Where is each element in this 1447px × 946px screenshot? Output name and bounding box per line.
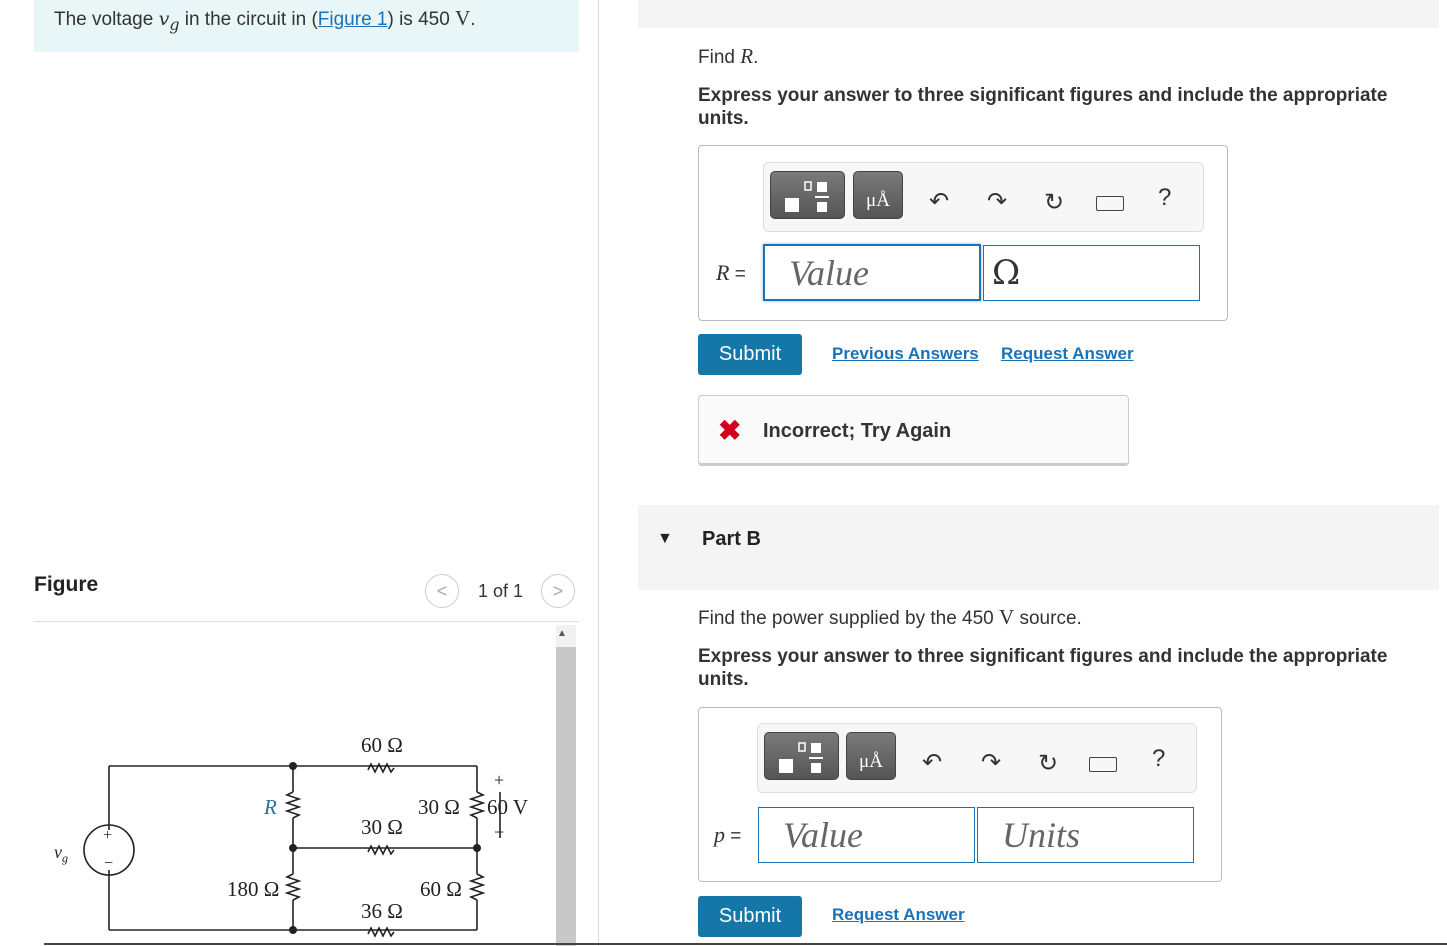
redo-icon[interactable]: ↷ <box>979 183 1015 219</box>
chevron-left-icon: < <box>436 580 448 601</box>
part-a-request-answer-link[interactable]: Request Answer <box>1001 344 1134 364</box>
part-a-value-input[interactable]: Value <box>763 244 981 301</box>
part-b-title: Part B <box>702 528 761 550</box>
resistor-60-bottom-label: 60 Ω <box>420 877 462 901</box>
part-a-field-label: R = <box>716 260 746 285</box>
part-b-instruction: Express your answer to three significant… <box>698 646 1388 690</box>
keyboard-icon[interactable] <box>1089 757 1117 772</box>
redo-icon[interactable]: ↷ <box>973 744 1009 780</box>
figure-prev-button[interactable]: < <box>425 574 459 608</box>
part-a-header <box>638 0 1439 28</box>
part-a-unit-input[interactable]: Ω <box>983 245 1200 301</box>
undo-icon[interactable]: ↶ <box>914 744 950 780</box>
part-b-request-answer-link[interactable]: Request Answer <box>832 905 965 925</box>
resistor-r-label: R <box>263 795 277 819</box>
figure-next-button[interactable]: > <box>541 574 575 608</box>
previous-answers-link[interactable]: Previous Answers <box>832 344 979 364</box>
source-minus-sign: − <box>104 855 113 872</box>
error-x-icon: ✖ <box>718 415 742 446</box>
reset-icon[interactable]: ↻ <box>1030 745 1066 781</box>
undo-icon[interactable]: ↶ <box>921 183 957 219</box>
part-a-submit-button[interactable]: Submit <box>698 334 802 375</box>
part-a-question: Find R. <box>698 44 759 68</box>
part-b-units-button[interactable]: μÅ <box>846 732 896 780</box>
part-b-units-input[interactable]: Units <box>977 807 1194 863</box>
scroll-up-arrow-icon[interactable]: ▲ <box>557 628 567 639</box>
keyboard-icon[interactable] <box>1096 196 1124 211</box>
resistor-60-top-label: 60 Ω <box>361 733 403 757</box>
help-icon[interactable]: ? <box>1158 184 1171 212</box>
part-b-field-label: p = <box>714 822 742 847</box>
figure-heading: Figure <box>34 573 99 596</box>
figure-divider <box>34 621 579 622</box>
part-b-collapse-icon[interactable]: ▼ <box>657 530 673 548</box>
resistor-36-label: 36 Ω <box>361 899 403 923</box>
feedback-message: Incorrect; Try Again <box>763 420 952 442</box>
column-divider <box>598 0 599 946</box>
bottom-border <box>44 943 1447 945</box>
resistor-30-right-label: 30 Ω <box>418 795 460 819</box>
reset-icon[interactable]: ↻ <box>1036 184 1072 220</box>
part-a-templates-button[interactable] <box>770 171 845 219</box>
part-b-value-input[interactable]: Value <box>758 807 975 863</box>
problem-statement: The voltage vg in the circuit in (Figure… <box>54 6 476 34</box>
units-icon: μÅ <box>859 751 883 772</box>
battery-plus-sign: + <box>494 770 504 790</box>
figure-link[interactable]: Figure 1 <box>318 9 388 30</box>
source-vg-label: vg <box>54 842 68 865</box>
part-a-instruction: Express your answer to three significant… <box>698 85 1388 129</box>
voltage-source-60v-label: 60 V <box>487 795 528 819</box>
resistor-30-mid-label: 30 Ω <box>361 815 403 839</box>
templates-icon <box>779 742 823 773</box>
figure-scroll-thumb[interactable] <box>556 647 576 946</box>
source-plus-sign: + <box>103 827 112 844</box>
help-icon[interactable]: ? <box>1152 745 1165 773</box>
resistor-180-label: 180 Ω <box>227 877 279 901</box>
units-icon: μÅ <box>866 190 890 211</box>
circuit-diagram: 60 Ω R 30 Ω 30 Ω 60 V + − vg 180 Ω 36 Ω … <box>54 733 528 938</box>
chevron-right-icon: > <box>552 580 564 601</box>
part-b-submit-button[interactable]: Submit <box>698 896 802 937</box>
part-b-templates-button[interactable] <box>764 732 839 780</box>
figure-page-count: 1 of 1 <box>478 581 524 601</box>
part-b-question: Find the power supplied by the 450 V sou… <box>698 605 1082 629</box>
templates-icon <box>785 181 829 212</box>
battery-minus-sign: − <box>494 822 504 842</box>
part-a-units-button[interactable]: μÅ <box>853 171 903 219</box>
